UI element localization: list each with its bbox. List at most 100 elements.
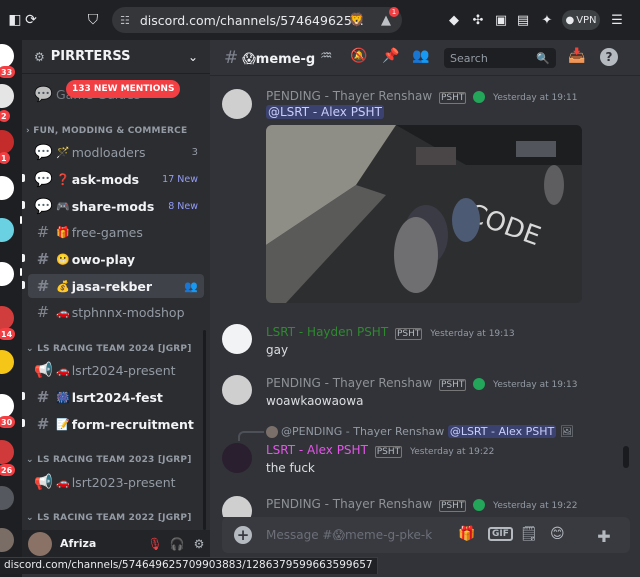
avatar[interactable] (222, 324, 252, 354)
extensions-puzzle-icon[interactable]: ✣ (467, 9, 489, 31)
channel-item-lsrt2024-present[interactable]: 📢 🚗 lsrt2024-present (28, 358, 204, 382)
message-author[interactable]: LSRT - Hayden PSHT PSHT Yesterday at 19:… (266, 325, 515, 340)
avatar[interactable] (28, 531, 52, 556)
mic-muted-icon[interactable]: 🎙 (144, 537, 166, 551)
inbox-icon[interactable]: 📥 (568, 48, 585, 64)
chevron-down-icon[interactable]: ⌄ (188, 50, 198, 64)
avatar[interactable] (222, 375, 252, 405)
extension-icon[interactable]: ◆ (443, 9, 465, 31)
username: Afriza (60, 537, 97, 550)
server-tag: PSHT (438, 500, 467, 512)
category-header[interactable]: ⌄ LS RACING TEAM 2024 [JGRP] (26, 344, 192, 354)
server-icon[interactable] (0, 218, 14, 242)
headphones-icon[interactable]: 🎧 (166, 537, 188, 551)
channel-item-form-recruitment[interactable]: # 📝 form-recruitment (28, 412, 204, 436)
site-info-icon[interactable]: ☷ (120, 14, 130, 27)
channel-item-lsrt2023-present[interactable]: 📢 🚗 lsrt2023-present (28, 470, 204, 494)
invite-user-icon[interactable]: 👥 (184, 280, 198, 293)
menu-icon[interactable]: ☰ (606, 9, 628, 31)
message: PENDING - Thayer Renshaw PSHT Yesterday … (210, 77, 630, 309)
unread-indicator (22, 254, 25, 262)
message-composer[interactable]: + Message #😱meme-g-pke-k 🎁 GIF 🗒 😊 (222, 517, 630, 553)
guild-boost-icon: ⚙ (34, 49, 45, 64)
bookmark-icon[interactable]: ⛉ (82, 9, 104, 31)
help-icon[interactable]: ? (600, 48, 618, 66)
brave-rewards-icon[interactable]: ▲ 1 (375, 7, 399, 31)
author-name: PENDING - Thayer Renshaw (266, 497, 433, 511)
category-header[interactable]: ⌄ LS RACING TEAM 2023 [JGRP] (26, 455, 192, 465)
channel-item-stphnnx-modshop[interactable]: # 🚗 stphnnx-modshop (28, 300, 204, 324)
server-icon[interactable] (0, 306, 14, 330)
member-list-icon[interactable]: 👥 (412, 48, 429, 64)
message-scrollbar[interactable] (623, 446, 629, 468)
vpn-button[interactable]: ● VPN (562, 10, 600, 30)
game-screenshot-image: CODE (266, 125, 582, 303)
search-input[interactable]: Search 🔍 (444, 48, 556, 68)
hash-icon: # (36, 250, 50, 268)
app-launcher-icon[interactable]: ✚ (590, 522, 618, 550)
avatar[interactable] (222, 443, 252, 473)
server-icon[interactable] (0, 486, 14, 510)
attached-image[interactable]: CODE (266, 125, 582, 303)
leo-ai-icon[interactable]: ✦ (536, 9, 558, 31)
user-mention[interactable]: @LSRT - Alex PSHT (266, 105, 384, 119)
channel-item-ask-mods[interactable]: 💬 ❓ ask-mods 17 New (28, 167, 204, 191)
channel-label: ask-mods (71, 171, 140, 187)
announcement-icon: 📢 (34, 361, 53, 379)
server-icon[interactable] (0, 84, 14, 108)
server-icon[interactable] (0, 176, 14, 200)
channel-label: share-mods (71, 198, 155, 214)
upload-plus-icon[interactable]: + (234, 526, 252, 544)
sticker-icon[interactable]: 🗒 (520, 526, 538, 542)
server-icon[interactable] (0, 440, 14, 464)
message-author[interactable]: PENDING - Thayer Renshaw PSHT Yesterday … (266, 497, 577, 512)
channel-item-lsrt2024-fest[interactable]: # 🎆 lsrt2024-fest (28, 385, 204, 409)
pin-icon[interactable]: 📌 (382, 48, 399, 64)
sidebar-toggle-icon[interactable]: ▣ (490, 9, 512, 31)
channel-item-share-mods[interactable]: 💬 🎮 share-mods 8 New (28, 194, 204, 218)
category-header[interactable]: ⌄ LS RACING TEAM 2022 [JGRP] (26, 513, 192, 523)
notification-bell-muted-icon[interactable]: 🔕 (350, 48, 367, 64)
hash-icon: # (224, 47, 239, 68)
user-mention[interactable]: @LSRT - Alex PSHT (447, 425, 557, 438)
channel-label: lsrt2023-present (71, 474, 176, 490)
server-icon[interactable] (0, 528, 14, 552)
message-input[interactable]: Message #😱meme-g-pke-k (266, 528, 432, 542)
forum-icon: 💬 (34, 143, 53, 161)
reply-preview[interactable]: @PENDING - Thayer Renshaw @LSRT - Alex P… (266, 425, 574, 438)
server-icon[interactable] (0, 394, 14, 418)
channel-item-modloaders[interactable]: 💬 🪄 modloaders 3 (28, 140, 204, 164)
server-icon[interactable] (0, 130, 14, 154)
reload-icon[interactable]: ⟳ (20, 9, 42, 31)
guild-header[interactable]: ⚙ PIRRTERSS ⌄ (22, 40, 210, 74)
channel-item-owo-play[interactable]: # 😬 owo-play (28, 247, 204, 271)
server-icon[interactable] (0, 350, 14, 374)
gear-icon[interactable]: ⚙ (188, 537, 210, 551)
channel-item-jasa-rekber[interactable]: # 💰 jasa-rekber 👥 (28, 274, 204, 298)
server-icon[interactable] (0, 44, 14, 68)
message-list: PENDING - Thayer Renshaw PSHT Yesterday … (210, 77, 630, 517)
message-author[interactable]: PENDING - Thayer Renshaw PSHT Yesterday … (266, 89, 577, 104)
brave-shields-icon[interactable]: 🦁 (346, 9, 368, 31)
avatar[interactable] (222, 89, 252, 119)
channel-scrollbar[interactable] (203, 330, 206, 530)
avatar[interactable] (222, 496, 252, 517)
message-content: gay (266, 343, 289, 357)
emoji-icon[interactable]: 😊 (550, 526, 565, 542)
hash-icon: # (36, 277, 50, 295)
channel-item-free-games[interactable]: # 🎁 free-games (28, 220, 204, 244)
server-rail: 33 2 1 14 30 26 (0, 40, 22, 577)
new-mentions-pill[interactable]: 133 NEW MENTIONS (66, 80, 181, 98)
status-bar-url: discord.com/channels/574649625709903883/… (0, 557, 378, 574)
category-header[interactable]: › FUN, MODDING & COMMERCE (26, 126, 187, 136)
gif-icon[interactable]: GIF (488, 527, 513, 541)
image-icon: 🖼 (559, 425, 574, 438)
server-tag: PSHT (395, 328, 423, 340)
message-author[interactable]: PENDING - Thayer Renshaw PSHT Yesterday … (266, 376, 577, 391)
gift-icon[interactable]: 🎁 (458, 526, 475, 542)
server-icon[interactable] (0, 262, 14, 286)
channel-emoji: ❓ (56, 172, 70, 186)
message-author[interactable]: LSRT - Alex PSHT PSHT Yesterday at 19:22 (266, 443, 494, 458)
threads-icon[interactable]: ♒ (320, 48, 333, 64)
wallet-icon[interactable]: ▤ (512, 9, 534, 31)
